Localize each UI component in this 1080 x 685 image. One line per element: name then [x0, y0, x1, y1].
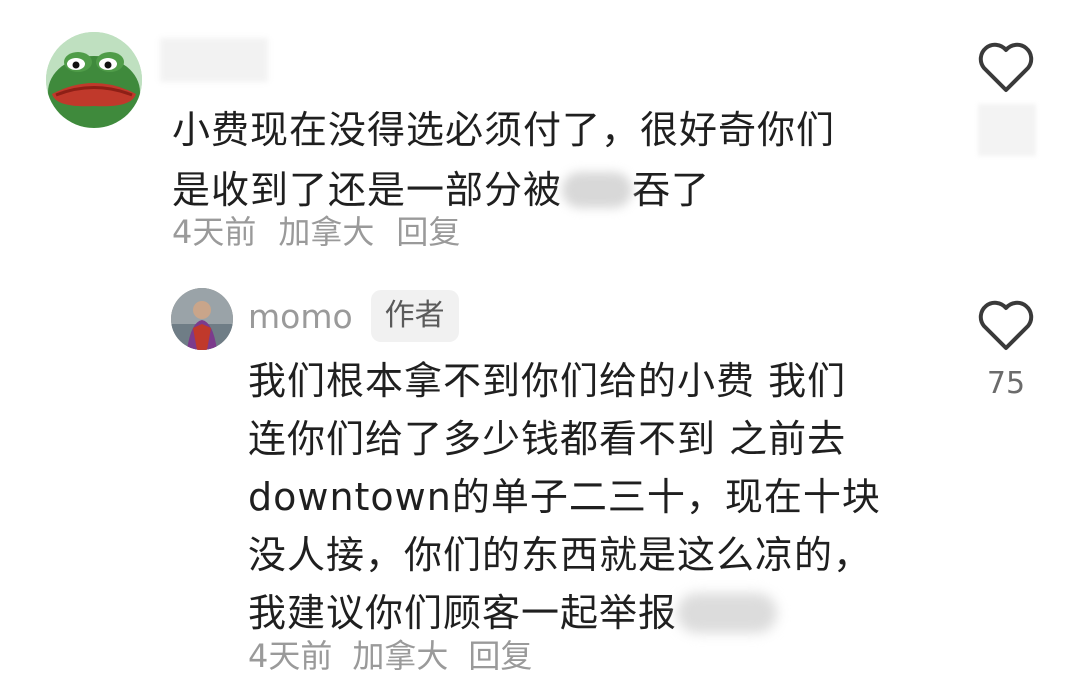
like-count: 75: [986, 366, 1026, 401]
reply-button[interactable]: 回复: [396, 210, 460, 254]
reply-segment: 我建议你们顾客一起举报: [248, 591, 678, 635]
comment-line: 小费现在没得选必须付了，很好奇你们: [172, 108, 836, 152]
hidden-like-count: [978, 104, 1036, 156]
username[interactable]: momo: [248, 297, 353, 336]
timestamp: 4天前: [172, 213, 257, 251]
reply-line: 没人接，你们的东西就是这么凉的，: [248, 533, 873, 577]
like-button[interactable]: [976, 40, 1036, 100]
comment-thread: 小费现在没得选必须付了，很好奇你们 是收到了还是一部分被 吞了 4天前 加拿大 回…: [0, 0, 1080, 685]
location: 加拿大: [352, 637, 449, 675]
redaction-blur: [562, 171, 633, 208]
person-avatar-icon: [171, 288, 233, 350]
location: 加拿大: [278, 213, 375, 251]
reply-button[interactable]: 回复: [468, 632, 532, 680]
timestamp: 4天前: [248, 637, 333, 675]
reply-line: 我们根本拿不到你们给的小费 我们: [248, 359, 847, 403]
reply-line: 连你们给了多少钱都看不到 之前去: [248, 417, 847, 461]
reply-line: downtown的单子二三十，现在十块: [248, 475, 881, 519]
like-button[interactable]: [976, 298, 1036, 358]
reply-meta: 4天前 加拿大 回复: [248, 632, 532, 680]
frog-avatar-icon: [46, 32, 142, 128]
comment-segment: 是收到了还是一部分被: [172, 168, 563, 212]
comment-meta: 4天前 加拿大 回复: [172, 210, 460, 254]
comment-text: 小费现在没得选必须付了，很好奇你们 是收到了还是一部分被 吞了: [172, 100, 932, 220]
reply-header: momo 作者: [248, 288, 459, 344]
heart-outline-icon: [978, 300, 1034, 350]
redaction-blur: [677, 592, 778, 633]
hidden-username: [160, 38, 268, 82]
heart-outline-icon: [978, 42, 1034, 92]
avatar[interactable]: [46, 32, 142, 128]
reply-avatar[interactable]: [171, 288, 233, 350]
comment-segment: 吞了: [632, 168, 711, 212]
author-badge: 作者: [370, 290, 459, 342]
reply-text: 我们根本拿不到你们给的小费 我们 连你们给了多少钱都看不到 之前去 downto…: [248, 352, 948, 642]
